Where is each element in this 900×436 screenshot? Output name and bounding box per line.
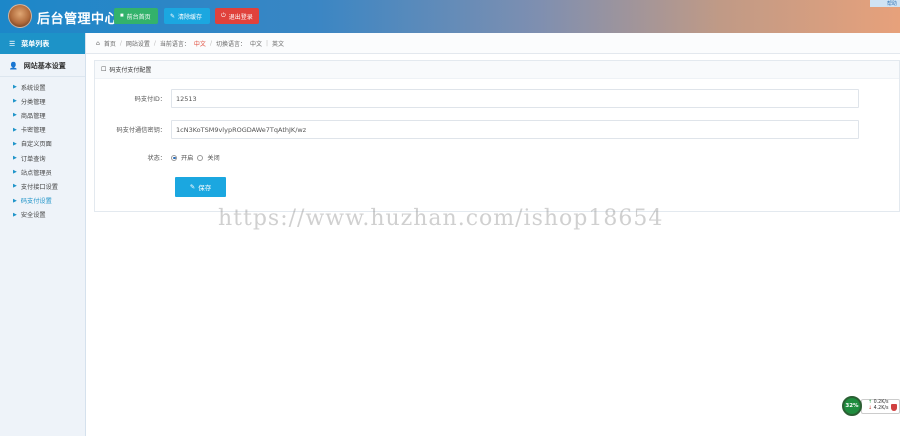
user-icon: 👤 xyxy=(9,62,18,70)
sidebar: ☰ 菜单列表 👤 网站基本设置 ▶ 系统设置 ▶ 分类管理 ▶ 商品管理 ▶ 卡密管理 … xyxy=(0,33,86,436)
clear-cache-button[interactable]: ✎ 清除缓存 xyxy=(164,8,210,24)
status-radio-group: 开启 关闭 xyxy=(171,153,220,162)
breadcrumb-home-link[interactable]: 首页 xyxy=(104,39,116,48)
help-badge[interactable]: 帮助 xyxy=(870,0,900,7)
top-header: 后台管理中心 ■ 前台首页 ✎ 清除缓存 ⏻ 退出登录 帮助 xyxy=(0,0,900,33)
frontend-home-button[interactable]: ■ 前台首页 xyxy=(114,8,158,24)
caret-right-icon: ▶ xyxy=(13,211,17,218)
codepay-key-input[interactable]: 1cN3KoTSM9vlypROGDAWe7TqAthJK/wz xyxy=(171,120,859,139)
codepay-id-label: 码支付ID： xyxy=(134,96,166,103)
upload-arrow-icon: ↑ xyxy=(868,400,873,405)
caret-right-icon: ▶ xyxy=(13,112,17,119)
sidebar-section-header[interactable]: 👤 网站基本设置 xyxy=(0,56,85,77)
watermark-text: https://www.huzhan.com/ishop18654 xyxy=(218,206,664,231)
network-speed-box: ↑ 0.2K/s ↓ 4.2K/s xyxy=(861,399,900,414)
upload-speed: 0.2K/s xyxy=(873,400,889,405)
wrench-icon: ✎ xyxy=(170,13,176,20)
sidebar-item-admins[interactable]: ▶ 站点管理员 xyxy=(0,165,85,179)
sidebar-item-system-settings[interactable]: ▶ 系统设置 xyxy=(0,80,85,94)
breadcrumb: ⌂ 首页 / 网站设置 / 当前语言： 中文 / 切换语言： 中文 | 英文 xyxy=(86,33,900,54)
sidebar-menu: ▶ 系统设置 ▶ 分类管理 ▶ 商品管理 ▶ 卡密管理 ▶ 自定义页面 ▶ 订单查询 ▶ 站点… xyxy=(0,77,85,222)
current-language-value: 中文 xyxy=(193,40,206,48)
caret-right-icon: ▶ xyxy=(13,197,17,204)
network-usage-percent: 32% xyxy=(842,396,862,416)
status-disabled-radio[interactable] xyxy=(197,154,204,161)
status-disabled-label: 关闭 xyxy=(207,155,220,162)
logout-button[interactable]: ⏻ 退出登录 xyxy=(215,8,259,24)
shield-icon xyxy=(891,404,897,411)
download-speed: 4.2K/s xyxy=(873,406,889,411)
codepay-key-row: 码支付通信密钥： 1cN3KoTSM9vlypROGDAWe7TqAthJK/w… xyxy=(95,120,859,139)
download-arrow-icon: ↓ xyxy=(868,406,873,411)
breadcrumb-separator: | xyxy=(266,39,269,47)
codepay-id-input[interactable]: 12513 xyxy=(171,89,859,108)
status-enabled-label: 开启 xyxy=(181,155,194,162)
home-icon: ■ xyxy=(120,13,124,19)
breadcrumb-separator: / xyxy=(209,39,212,47)
sidebar-item-codepay-settings[interactable]: ▶ 码支付设置 xyxy=(0,194,85,208)
caret-right-icon: ▶ xyxy=(13,84,17,91)
power-icon: ⏻ xyxy=(221,12,226,19)
switch-language-chinese[interactable]: 中文 xyxy=(250,39,262,48)
breadcrumb-separator: / xyxy=(153,39,156,47)
network-speed-widget[interactable]: ↑ 0.2K/s ↓ 4.2K/s 32% xyxy=(842,396,900,416)
home-icon: ⌂ xyxy=(96,39,100,47)
sidebar-item-orders[interactable]: ▶ 订单查询 xyxy=(0,151,85,165)
menu-list-header: ☰ 菜单列表 xyxy=(0,33,85,54)
list-icon: ☰ xyxy=(9,39,16,48)
sidebar-item-products[interactable]: ▶ 商品管理 xyxy=(0,108,85,122)
sidebar-item-security[interactable]: ▶ 安全设置 xyxy=(0,208,85,222)
codepay-id-row: 码支付ID： 12513 xyxy=(95,89,859,108)
caret-right-icon: ▶ xyxy=(13,183,17,190)
sidebar-item-card-keys[interactable]: ▶ 卡密管理 xyxy=(0,123,85,137)
app-title: 后台管理中心 xyxy=(37,12,119,27)
caret-right-icon: ▶ xyxy=(13,169,17,176)
codepay-key-label: 码支付通信密钥： xyxy=(116,127,167,134)
current-language-label: 当前语言： xyxy=(159,40,190,48)
caret-right-icon: ▶ xyxy=(13,140,17,147)
caret-right-icon: ▶ xyxy=(13,126,17,133)
sidebar-item-custom-pages[interactable]: ▶ 自定义页面 xyxy=(0,137,85,151)
status-row: 状态： 开启 关闭 xyxy=(95,153,220,162)
status-enabled-radio[interactable] xyxy=(171,154,177,161)
caret-right-icon: ▶ xyxy=(13,155,17,162)
breadcrumb-separator: / xyxy=(119,39,122,47)
caret-right-icon: ▶ xyxy=(13,98,17,105)
switch-language-english[interactable]: 英文 xyxy=(272,39,284,48)
sidebar-item-categories[interactable]: ▶ 分类管理 xyxy=(0,94,85,108)
save-icon: ✎ xyxy=(189,184,196,191)
edit-icon: ☐ xyxy=(101,66,107,73)
panel-header: ☐ 码支付支付配置 xyxy=(95,61,899,79)
breadcrumb-current: 网站设置 xyxy=(125,40,150,48)
sidebar-item-payment-settings[interactable]: ▶ 支付接口设置 xyxy=(0,179,85,193)
codepay-config-panel: ☐ 码支付支付配置 码支付ID： 12513 码支付通信密钥： 1cN3KoTS… xyxy=(94,60,900,212)
status-label: 状态： xyxy=(147,155,166,162)
switch-language-label: 切换语言： xyxy=(215,40,246,48)
avatar xyxy=(8,4,32,28)
save-button[interactable]: ✎ 保存 xyxy=(175,177,226,197)
